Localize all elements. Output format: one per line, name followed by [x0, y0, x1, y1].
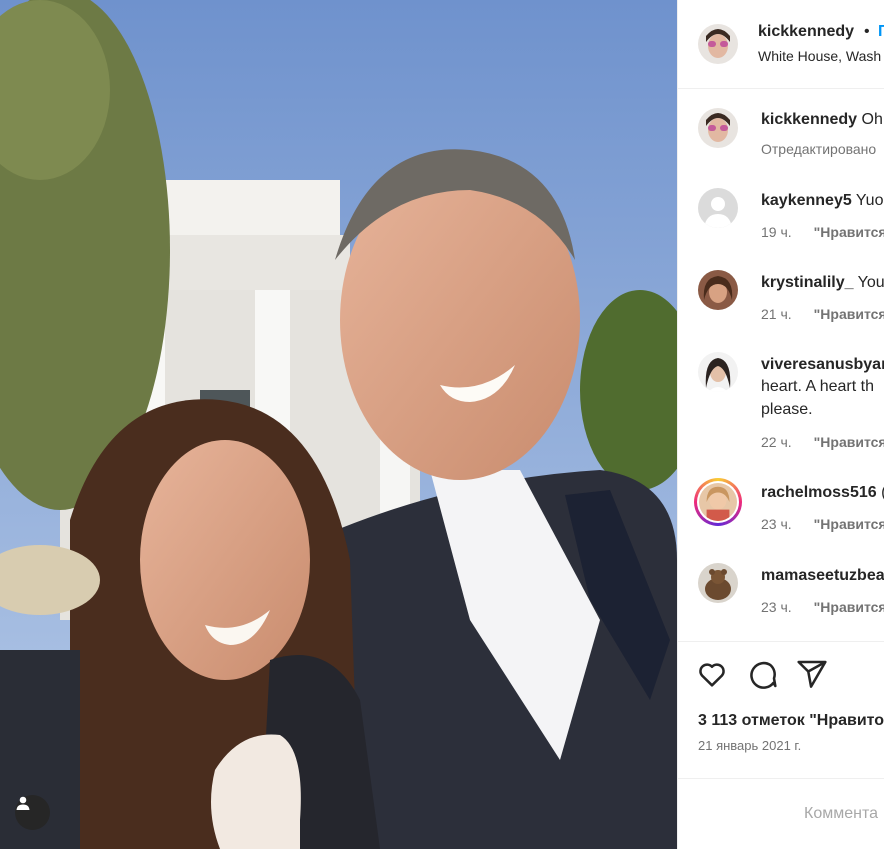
- comment-text-line: rachelmoss516 (: [761, 482, 884, 504]
- avatar-image: [698, 108, 738, 148]
- comment-time[interactable]: 23 ч.: [761, 516, 792, 532]
- avatar-image: [698, 270, 738, 310]
- caption-username[interactable]: kickkennedy: [761, 111, 857, 128]
- post-location[interactable]: White House, Wash: [758, 48, 881, 64]
- avatar-image: [698, 563, 738, 603]
- comment-text-line-2: heart. A heart th: [761, 378, 874, 395]
- avatar-image: [698, 24, 738, 64]
- header-separator: •: [864, 23, 870, 40]
- photo-illustration: [0, 0, 677, 849]
- comment-username[interactable]: krystinalily_: [761, 274, 854, 291]
- comment-text-line: krystinalily_ You: [761, 272, 884, 294]
- caption-text-line: kickkennedy Oh: [761, 109, 883, 131]
- comment-like-count[interactable]: "Нравится": [814, 434, 884, 450]
- comment-text: You: [857, 274, 884, 291]
- caption-text: Oh: [861, 111, 883, 128]
- caption-avatar[interactable]: [698, 108, 738, 148]
- post-side-panel: kickkennedy • П White House, Wash kickke…: [677, 0, 884, 849]
- default-avatar-icon: [698, 188, 738, 228]
- comment-text-line: kaykenney5 Yuo: [761, 190, 883, 212]
- user-icon: [16, 796, 30, 810]
- post-caption: kickkennedy Oh Отредактировано: [678, 88, 884, 178]
- post-header: kickkennedy • П White House, Wash: [678, 0, 884, 89]
- comment-item: krystinalily_ You 21 ч. "Нравится": [678, 262, 884, 344]
- comment-time[interactable]: 22 ч.: [761, 434, 792, 450]
- comment-item: mamaseetuzbea 23 ч. "Нравится": [678, 555, 884, 637]
- caption-meta: Отредактировано: [761, 141, 877, 157]
- post-photo[interactable]: [0, 0, 677, 849]
- comment-avatar[interactable]: [698, 352, 738, 392]
- comment-meta: 22 ч. "Нравится": [761, 434, 884, 450]
- comment-item: rachelmoss516 ( 23 ч. "Нравится": [678, 472, 884, 554]
- comment-item: kaykenney5 Yuo 19 ч. "Нравится": [678, 180, 884, 262]
- comment-icon[interactable]: [746, 658, 778, 690]
- comment-meta: 19 ч. "Нравится": [761, 224, 884, 240]
- comment-username[interactable]: rachelmoss516: [761, 484, 877, 501]
- comment-avatar[interactable]: [698, 270, 738, 310]
- comment-time[interactable]: 19 ч.: [761, 224, 792, 240]
- comment-text-line-3: please.: [761, 401, 813, 418]
- comment-meta: 23 ч. "Нравится": [761, 516, 884, 532]
- comment-like-count[interactable]: "Нравится": [814, 224, 884, 240]
- comment-text-line: mamaseetuzbea: [761, 565, 884, 587]
- add-comment-field[interactable]: Коммента: [678, 778, 884, 849]
- post-date[interactable]: 21 январь 2021 г.: [698, 738, 801, 753]
- story-ring-inner: [697, 481, 739, 523]
- likes-count[interactable]: 3 113 отметок "Нравито: [698, 712, 884, 730]
- comment-like-count[interactable]: "Нравится": [814, 306, 884, 322]
- author-username[interactable]: kickkennedy: [758, 23, 854, 41]
- avatar-image: [699, 483, 737, 521]
- comment-username[interactable]: kaykenney5: [761, 192, 852, 209]
- follow-button[interactable]: П: [878, 23, 884, 41]
- comment-username[interactable]: viveresanusbyar: [761, 356, 884, 373]
- story-ring-avatar[interactable]: [694, 478, 742, 526]
- comment-username[interactable]: mamaseetuzbea: [761, 567, 884, 584]
- comment-text: Yuo: [855, 192, 884, 209]
- comment-item: viveresanusbyar heart. A heart th please…: [678, 344, 884, 472]
- add-comment-placeholder: Коммента: [804, 805, 878, 822]
- comment-text-line: viveresanusbyar: [761, 354, 884, 376]
- comment-time[interactable]: 23 ч.: [761, 599, 792, 615]
- comment-avatar[interactable]: [698, 188, 738, 228]
- comment-meta: 21 ч. "Нравится": [761, 306, 884, 322]
- tagged-users-button[interactable]: [15, 795, 50, 830]
- comment-time[interactable]: 21 ч.: [761, 306, 792, 322]
- author-avatar[interactable]: [698, 24, 738, 64]
- avatar-image: [698, 352, 738, 392]
- comment-meta: 23 ч. "Нравится": [761, 599, 884, 615]
- comment-like-count[interactable]: "Нравится": [814, 599, 884, 615]
- heart-icon[interactable]: [696, 658, 728, 690]
- comment-like-count[interactable]: "Нравится": [814, 516, 884, 532]
- post-actions: 3 113 отметок "Нравито 21 январь 2021 г.: [678, 641, 884, 782]
- comment-avatar[interactable]: [698, 563, 738, 603]
- paper-plane-icon[interactable]: [796, 658, 828, 690]
